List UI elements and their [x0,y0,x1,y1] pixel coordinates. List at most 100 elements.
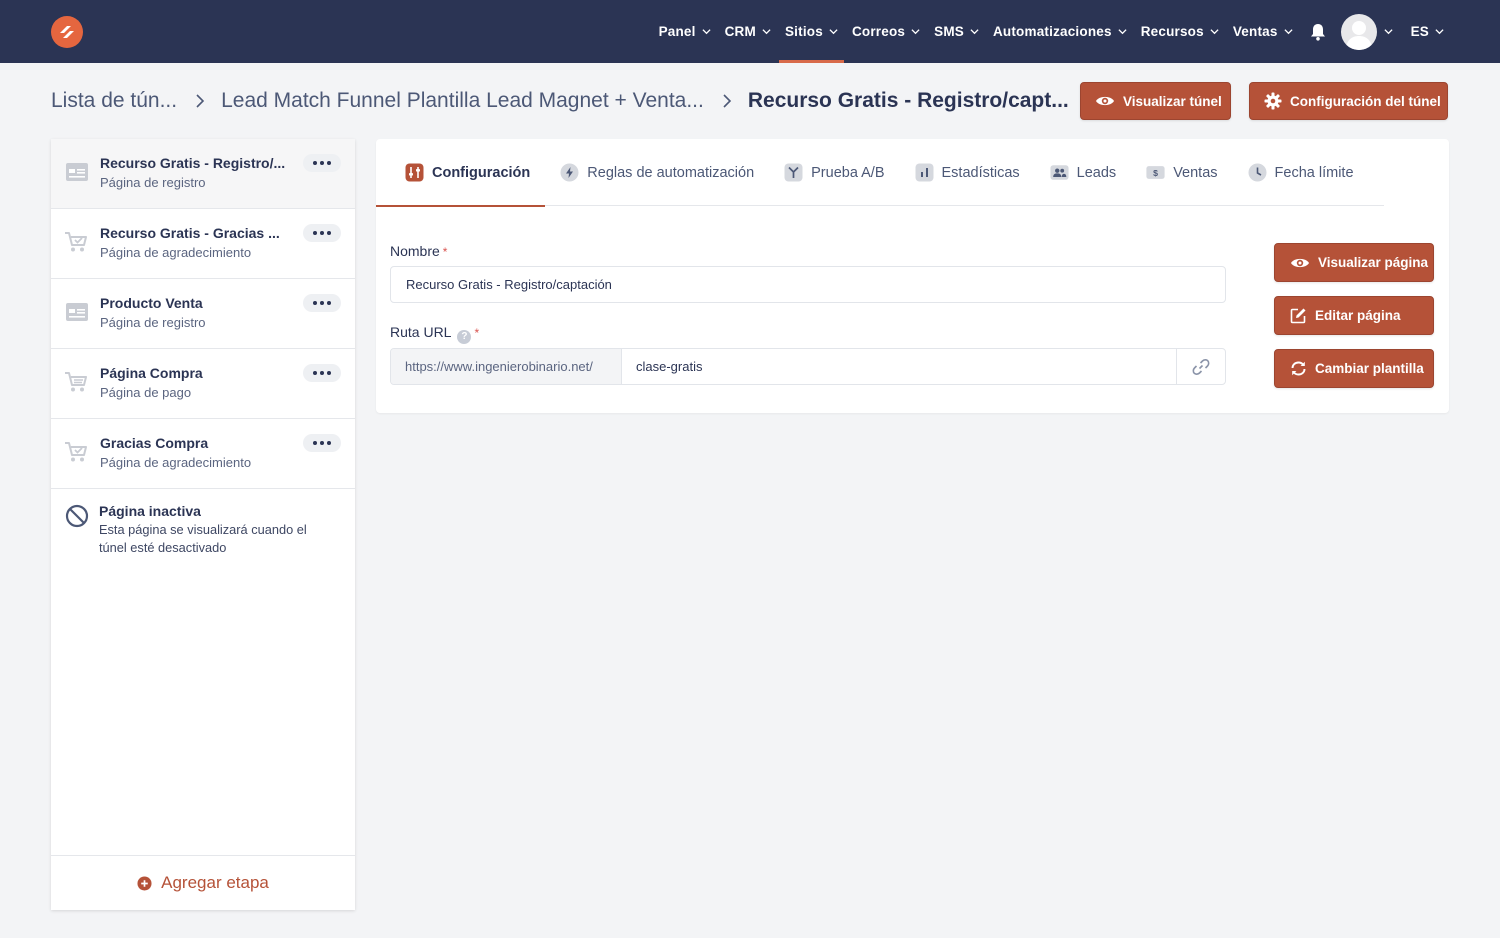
tab-fecha-limite[interactable]: Fecha límite [1233,139,1369,206]
edit-page-label: Editar página [1315,308,1401,323]
tab-label: Estadísticas [941,164,1020,181]
edit-page-button[interactable]: Editar página [1274,296,1434,335]
nav-label: Recursos [1140,24,1204,39]
help-icon[interactable]: ? [457,329,472,344]
open-url-button[interactable] [1176,349,1225,384]
clock-icon [1248,163,1267,182]
form-page-icon [64,299,90,325]
change-template-label: Cambiar plantilla [1315,361,1424,376]
step-more-button[interactable] [303,364,341,382]
bolt-icon [560,163,579,182]
tab-ventas[interactable]: $ Ventas [1131,139,1232,206]
name-label-text: Nombre [390,243,440,259]
breadcrumb-funnel-list[interactable]: Lista de tún... [51,89,177,113]
step-more-button[interactable] [303,154,341,172]
nav-label: Ventas [1232,24,1278,39]
bell-icon [1310,23,1325,41]
tab-label: Leads [1076,164,1117,181]
user-silhouette-icon [1345,20,1372,50]
step-type: Página de pago [100,385,192,400]
chevron-right-icon [196,94,205,108]
notifications-button[interactable] [1307,0,1329,63]
required-mark: * [442,245,448,259]
page-settings-panel: Configuración Reglas de automatización P… [376,139,1449,413]
funnel-settings-button[interactable]: Configuración del túnel [1249,82,1448,120]
url-slug-input[interactable]: clase-gratis [622,349,1176,384]
add-step-button[interactable]: Agregar etapa [51,855,355,910]
chevron-down-icon [1210,29,1219,35]
nav-recursos[interactable]: Recursos [1135,0,1225,63]
sliders-icon [405,163,424,182]
step-type: Página de agradecimiento [100,455,252,470]
required-mark: * [474,326,480,340]
breadcrumb-funnel[interactable]: Lead Match Funnel Plantilla Lead Magnet … [221,89,704,113]
nav-automatizaciones[interactable]: Automatizaciones [987,0,1133,63]
plus-circle-icon [137,875,152,891]
funnel-steps-sidebar: Recurso Gratis - Registro/... Página de … [51,139,355,910]
tab-estadisticas[interactable]: Estadísticas [900,139,1035,206]
inactive-page-step[interactable]: Página inactiva Esta página se visualiza… [51,489,355,557]
url-field-label: Ruta URL? * [390,324,479,344]
tab-prueba-ab[interactable]: Prueba A/B [769,139,899,206]
preview-funnel-label: Visualizar túnel [1123,93,1222,109]
cart-check-icon [64,439,90,465]
nav-crm[interactable]: CRM [719,0,777,63]
nav-label: Panel [658,24,696,39]
step-title: Recurso Gratis - Gracias ... [100,225,280,241]
inactive-page-description: Esta página se visualizará cuando el tún… [99,522,307,555]
nav-panel[interactable]: Panel [653,0,717,63]
step-type: Página de agradecimiento [100,245,252,260]
top-navbar: Panel CRM Sitios Correos SMS Automatizac… [0,0,1500,63]
main-nav: Panel CRM Sitios Correos SMS Automatizac… [651,0,1450,63]
breadcrumb: Lista de tún... Lead Match Funnel Planti… [51,86,1069,116]
tab-label: Reglas de automatización [587,164,755,181]
funnel-step[interactable]: Página Compra Página de pago [51,349,355,419]
nav-sms[interactable]: SMS [928,0,985,63]
funnel-step[interactable]: Gracias Compra Página de agradecimiento [51,419,355,489]
change-template-button[interactable]: Cambiar plantilla [1274,349,1434,388]
preview-page-button[interactable]: Visualizar página [1274,243,1434,282]
step-more-button[interactable] [303,294,341,312]
nav-sitios[interactable]: Sitios [778,0,844,63]
url-domain-prefix: https://www.ingenierobinario.net/ [391,349,622,384]
preview-funnel-button[interactable]: Visualizar túnel [1080,82,1231,120]
eye-icon [1096,96,1114,106]
dollar-icon: $ [1146,163,1165,182]
nav-label: SMS [934,24,964,39]
nav-label: Sitios [784,24,823,39]
svg-text:$: $ [1153,168,1158,178]
step-more-button[interactable] [303,224,341,242]
url-slug-value: clase-gratis [636,359,703,374]
nav-correos[interactable]: Correos [846,0,926,63]
nav-label: CRM [724,24,756,39]
funnel-step[interactable]: Producto Venta Página de registro [51,279,355,349]
user-menu[interactable] [1340,0,1393,63]
preview-page-label: Visualizar página [1318,255,1429,270]
nav-ventas[interactable]: Ventas [1227,0,1299,63]
name-input[interactable]: Recurso Gratis - Registro/captación [390,266,1226,303]
logo-mark-icon [60,26,74,38]
tab-configuracion[interactable]: Configuración [376,139,546,207]
ban-icon [64,503,90,529]
chevron-right-icon [723,94,731,108]
chevron-down-icon [762,29,771,35]
language-selector[interactable]: ES [1405,0,1450,63]
funnel-step[interactable]: Recurso Gratis - Gracias ... Página de a… [51,209,355,279]
funnel-step[interactable]: Recurso Gratis - Registro/... Página de … [51,139,355,209]
step-more-button[interactable] [303,434,341,452]
chevron-down-icon [829,29,838,35]
step-title: Recurso Gratis - Registro/... [100,155,286,171]
step-title: Gracias Compra [100,435,209,451]
inactive-page-title: Página inactiva [99,503,201,519]
avatar [1340,13,1377,50]
chevron-down-icon [702,29,711,35]
step-type: Página de registro [100,175,206,190]
chevron-down-icon [1118,29,1127,35]
tab-reglas-automatizacion[interactable]: Reglas de automatización [545,139,769,206]
tab-leads[interactable]: Leads [1035,139,1132,206]
step-title: Página Compra [100,365,203,381]
app-logo[interactable] [51,16,83,48]
cart-icon [64,369,90,395]
bar-chart-icon [915,163,934,182]
add-step-label: Agregar etapa [161,873,269,892]
